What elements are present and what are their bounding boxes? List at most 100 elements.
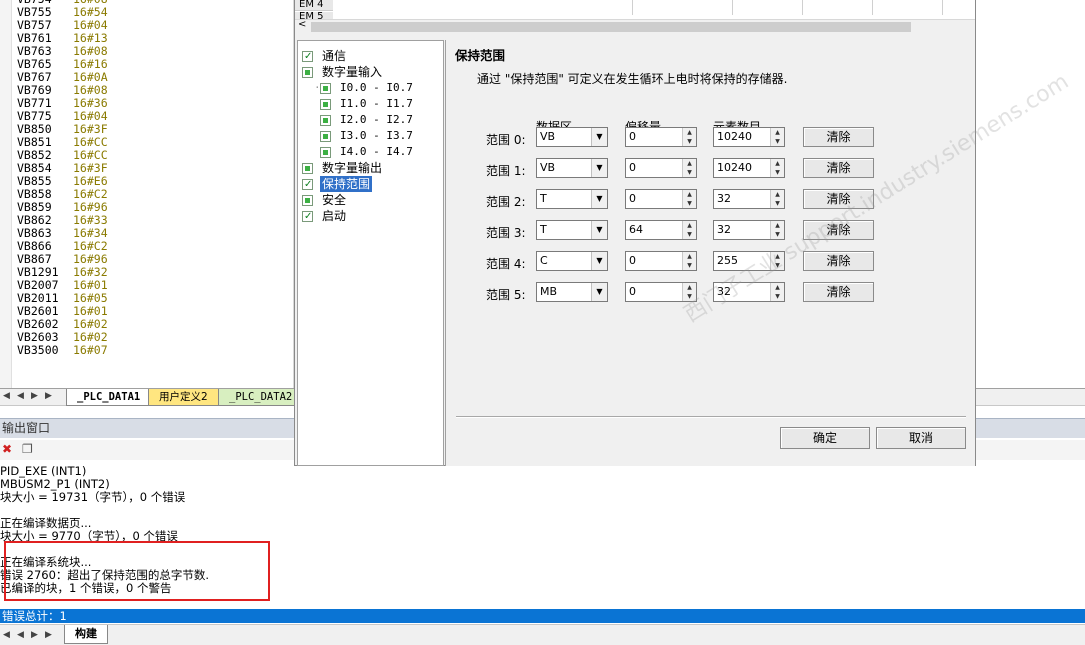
offset-spinbox-value: 0 [629, 192, 636, 205]
element-count-spinbox[interactable]: 32 ▲ ▼ [713, 189, 785, 209]
data-value: 16#3F [73, 161, 108, 175]
data-value: 16#E6 [73, 174, 108, 188]
output-line: 块大小 = 19731（字节），0 个错误 [0, 490, 186, 504]
editor-rows: VB75416#08VB75516#54VB75716#04VB76116#13… [17, 0, 108, 357]
chevron-down-icon[interactable]: ▼ [591, 128, 607, 146]
range-label: 范围 2: [486, 195, 526, 209]
chevron-down-icon[interactable]: ▼ [591, 190, 607, 208]
range-label: 范围 3: [486, 226, 526, 240]
spin-arrows-icon[interactable]: ▲ ▼ [770, 252, 784, 270]
data-area-select[interactable]: T ▼ [536, 189, 608, 209]
element-count-spinbox[interactable]: 10240 ▲ ▼ [713, 158, 785, 178]
data-row[interactable]: VB3500 16#07 [17, 344, 108, 357]
data-address: VB3500 [17, 343, 59, 357]
horizontal-scrollbar[interactable]: < [295, 19, 975, 33]
data-value: 16#08 [73, 83, 108, 97]
element-count-spinbox[interactable]: 10240 ▲ ▼ [713, 127, 785, 147]
clear-button[interactable]: 清除 [803, 189, 874, 209]
chevron-down-icon[interactable]: ▼ [591, 252, 607, 270]
data-value: 16#04 [73, 109, 108, 123]
clear-button[interactable]: 清除 [803, 220, 874, 240]
spin-arrows-icon[interactable]: ▲ ▼ [682, 252, 696, 270]
data-value: 16#16 [73, 57, 108, 71]
data-area-select[interactable]: VB ▼ [536, 158, 608, 178]
spin-arrows-icon[interactable]: ▲ ▼ [770, 221, 784, 239]
copy-output-icon[interactable]: ❐ [22, 442, 33, 456]
offset-spinbox-value: 0 [629, 130, 636, 143]
data-value: 16#02 [73, 330, 108, 344]
data-value: 16#08 [73, 44, 108, 58]
spin-arrows-icon[interactable]: ▲ ▼ [682, 159, 696, 177]
spin-arrows-icon[interactable]: ▲ ▼ [770, 128, 784, 146]
clear-button[interactable]: 清除 [803, 251, 874, 271]
separator [456, 416, 966, 418]
last-tab-icon[interactable]: ▶ [45, 630, 52, 640]
tab-build[interactable]: 构建 [64, 625, 108, 644]
element-count-spinbox-value: 32 [717, 285, 731, 298]
spin-arrows-icon[interactable]: ▲ ▼ [770, 159, 784, 177]
data-value: 16#32 [73, 265, 108, 279]
data-area-select[interactable]: MB ▼ [536, 282, 608, 302]
range-label: 范围 1: [486, 164, 526, 178]
next-tab-icon[interactable]: ▶ [31, 630, 38, 640]
spin-arrows-icon[interactable]: ▲ ▼ [770, 283, 784, 301]
ok-button[interactable]: 确定 [780, 427, 870, 449]
data-block-editor[interactable]: VB75416#08VB75516#54VB75716#04VB76116#13… [0, 0, 294, 388]
data-area-value: VB [540, 130, 556, 143]
element-count-spinbox-value: 32 [717, 192, 731, 205]
data-value: 16#01 [73, 304, 108, 318]
tab-plc-data1[interactable]: _PLC_DATA1 [66, 389, 152, 406]
chevron-down-icon[interactable]: ▼ [591, 283, 607, 301]
error-highlight-box [4, 541, 270, 601]
data-area-select[interactable]: VB ▼ [536, 127, 608, 147]
offset-spinbox[interactable]: 0 ▲ ▼ [625, 158, 697, 178]
clear-button[interactable]: 清除 [803, 282, 874, 302]
cancel-button[interactable]: 取消 [876, 427, 966, 449]
system-block-dialog: EM 4 EM 5 < 通信 数字量输入 ·I0.0 - I0.7 I1.0 -… [294, 0, 1073, 466]
offset-spinbox[interactable]: 0 ▲ ▼ [625, 282, 697, 302]
tab-plc-data2[interactable]: _PLC_DATA2 [218, 389, 304, 406]
module-list-row[interactable]: EM 4 [295, 0, 333, 11]
data-value: 16#36 [73, 96, 108, 110]
chevron-down-icon[interactable]: ▼ [591, 221, 607, 239]
config-tree: 通信 数字量输入 ·I0.0 - I0.7 I1.0 - I1.7 I2.0 -… [297, 40, 444, 466]
clear-button[interactable]: 清除 [803, 158, 874, 178]
chevron-down-icon[interactable]: ▼ [591, 159, 607, 177]
first-tab-icon[interactable]: ◀ [3, 630, 10, 640]
error-total-bar: 错误总计：1 [0, 609, 1085, 623]
tab-user-defined2[interactable]: 用户定义2 [148, 389, 219, 406]
data-area-value: VB [540, 161, 556, 174]
offset-spinbox[interactable]: 0 ▲ ▼ [625, 189, 697, 209]
spin-arrows-icon[interactable]: ▲ ▼ [682, 190, 696, 208]
scroll-left-icon[interactable]: < [298, 19, 306, 30]
clear-button[interactable]: 清除 [803, 127, 874, 147]
element-count-spinbox[interactable]: 32 ▲ ▼ [713, 282, 785, 302]
prev-tab-icon[interactable]: ◀ [17, 630, 24, 640]
clear-output-icon[interactable]: ✖ [2, 442, 12, 456]
data-area-select[interactable]: C ▼ [536, 251, 608, 271]
offset-spinbox[interactable]: 0 ▲ ▼ [625, 127, 697, 147]
element-count-spinbox-value: 255 [717, 254, 738, 267]
prev-tab-icon[interactable]: ◀ [17, 391, 24, 401]
first-tab-icon[interactable]: ◀ [3, 391, 10, 401]
next-tab-icon[interactable]: ▶ [31, 391, 38, 401]
last-tab-icon[interactable]: ▶ [45, 391, 52, 401]
data-area-select[interactable]: T ▼ [536, 220, 608, 240]
spin-arrows-icon[interactable]: ▲ ▼ [682, 283, 696, 301]
element-count-spinbox[interactable]: 32 ▲ ▼ [713, 220, 785, 240]
spin-arrows-icon[interactable]: ▲ ▼ [682, 128, 696, 146]
data-value: 16#CC [73, 135, 108, 149]
data-value: 16#3F [73, 122, 108, 136]
offset-spinbox[interactable]: 64 ▲ ▼ [625, 220, 697, 240]
data-value: 16#33 [73, 213, 108, 227]
offset-spinbox[interactable]: 0 ▲ ▼ [625, 251, 697, 271]
spin-arrows-icon[interactable]: ▲ ▼ [682, 221, 696, 239]
data-value: 16#54 [73, 5, 108, 19]
range-label: 范围 4: [486, 257, 526, 271]
element-count-spinbox-value: 10240 [717, 161, 752, 174]
data-value: 16#02 [73, 317, 108, 331]
data-value: 16#C2 [73, 187, 108, 201]
element-count-spinbox[interactable]: 255 ▲ ▼ [713, 251, 785, 271]
scroll-thumb[interactable] [311, 22, 911, 32]
spin-arrows-icon[interactable]: ▲ ▼ [770, 190, 784, 208]
